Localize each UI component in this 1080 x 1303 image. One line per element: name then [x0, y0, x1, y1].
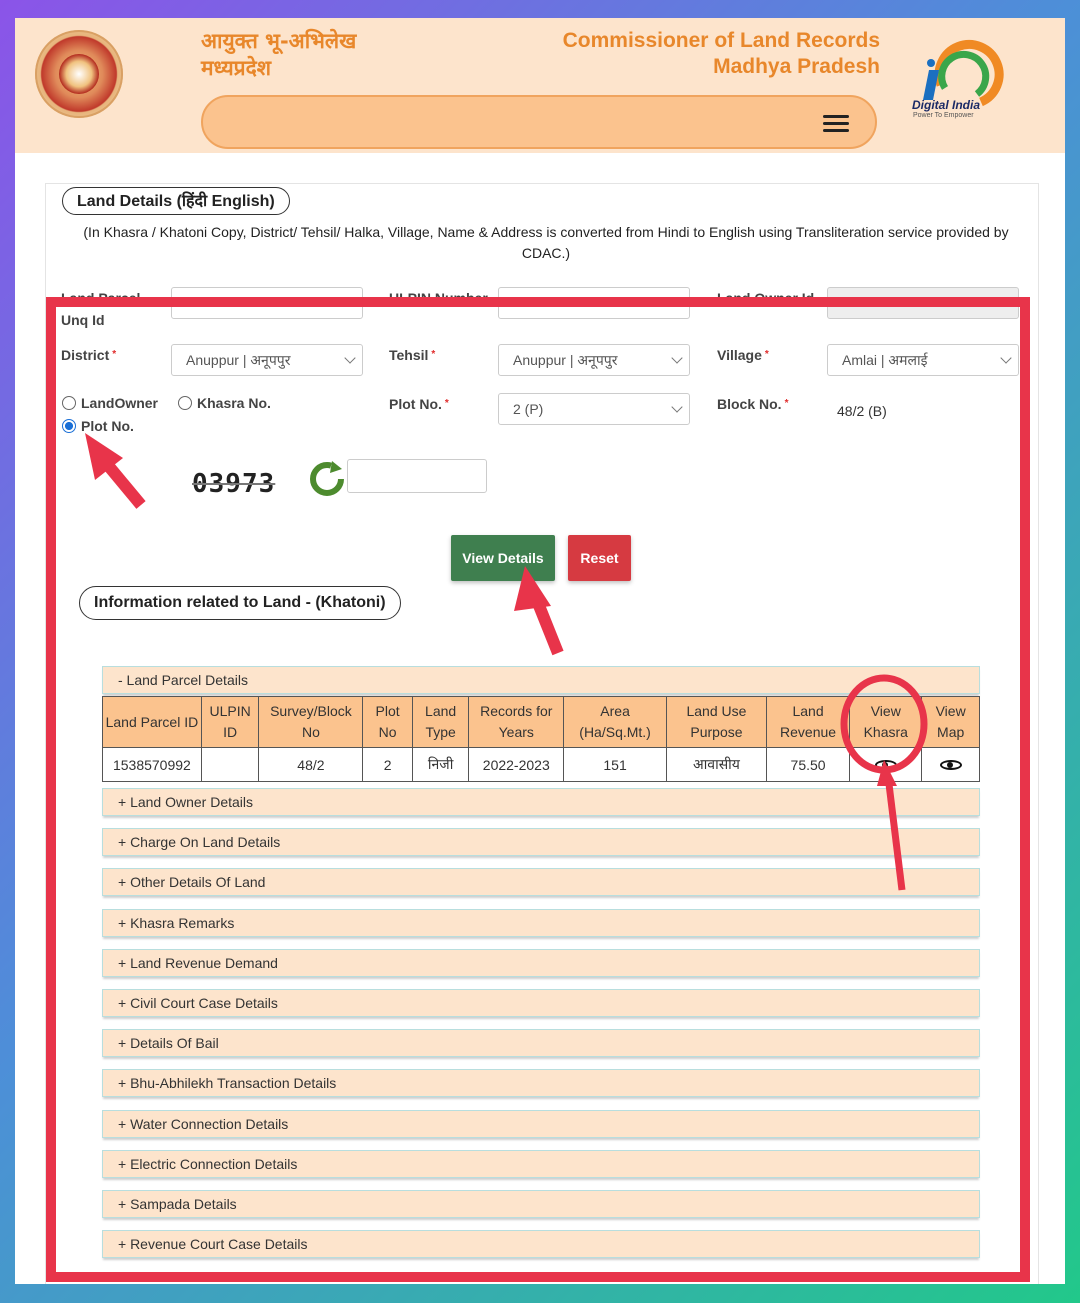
radio-plot[interactable]: Plot No.: [62, 417, 134, 435]
radio-landowner[interactable]: LandOwner: [62, 394, 158, 412]
column-header: Plot No: [362, 696, 413, 748]
column-header: Land Parcel ID: [102, 696, 202, 748]
hamburger-icon[interactable]: [823, 115, 849, 133]
accordion-item[interactable]: + Civil Court Case Details: [102, 989, 980, 1017]
plot-value: 2 (P): [513, 401, 544, 417]
column-header: Land Type: [411, 696, 470, 748]
mp-emblem-logo: [35, 30, 123, 118]
tehsil-label: Tehsil *: [389, 347, 436, 363]
column-header: Area (Ha/Sq.Mt.): [563, 696, 668, 748]
accordion-item[interactable]: + Land Owner Details: [102, 788, 980, 816]
site-header: आयुक्त भू-अभिलेख मध्यप्रदेश Commissioner…: [15, 18, 1065, 153]
cell-records-years: 2022-2023: [468, 747, 565, 782]
cell-land-parcel-id: 1538570992: [102, 747, 202, 782]
hindi-title-line1: आयुक्त भू-अभिलेख: [201, 29, 357, 53]
radio-circle[interactable]: [178, 396, 192, 410]
column-header: View Map: [921, 696, 980, 748]
cell-plot-no: 2: [362, 747, 413, 782]
district-select[interactable]: Anuppur | अनूपपुर: [171, 344, 363, 376]
eye-icon[interactable]: [939, 759, 962, 770]
eye-icon[interactable]: [874, 759, 897, 770]
accordion-item[interactable]: + Electric Connection Details: [102, 1149, 980, 1178]
accordion-item[interactable]: + Other Details Of Land: [102, 868, 980, 897]
ulpin-input[interactable]: [498, 287, 690, 319]
accordion-item[interactable]: + Khasra Remarks: [102, 908, 980, 937]
column-header: View Khasra: [849, 696, 923, 748]
land-parcel-section-header[interactable]: - Land Parcel Details: [102, 666, 980, 694]
hindi-title-line2: मध्यप्रदेश: [201, 56, 272, 80]
table-row: 1538570992 48/2 2 निजी 2022-2023 151 आवा…: [102, 747, 980, 782]
accordion-item[interactable]: + Sampada Details: [102, 1190, 980, 1218]
cell-land-revenue: 75.50: [765, 747, 851, 782]
khatoni-heading: Information related to Land - (Khatoni): [79, 586, 401, 620]
ulpin-label: ULPIN Number: [389, 290, 488, 306]
tehsil-select[interactable]: Anuppur | अनूपपुर: [498, 344, 690, 376]
district-value: Anuppur | अनूपपुर: [186, 352, 291, 368]
transliteration-note: (In Khasra / Khatoni Copy, District/ Teh…: [83, 224, 1009, 261]
land-owner-label: Land Owner Id: [717, 290, 815, 306]
plot-select[interactable]: 2 (P): [498, 393, 690, 425]
english-title-line2: Madhya Pradesh: [713, 55, 880, 78]
cell-survey-block: 48/2: [258, 747, 364, 782]
chevron-down-icon: [1000, 352, 1012, 364]
radio-circle-selected[interactable]: [62, 419, 76, 433]
view-details-button[interactable]: View Details: [451, 535, 555, 581]
accordion-item[interactable]: + Land Revenue Demand: [102, 948, 980, 977]
column-header: ULPIN ID: [200, 696, 260, 748]
plot-label: Plot No. *: [389, 396, 449, 412]
hindi-title: आयुक्त भू-अभिलेख मध्यप्रदेश: [201, 28, 356, 82]
block-value: 48/2 (B): [837, 403, 887, 419]
village-value: Amlai | अमलाई: [842, 352, 928, 368]
captcha-input[interactable]: [347, 459, 487, 493]
cell-ulpin-id: [200, 747, 260, 782]
captcha-image: 03973: [192, 469, 276, 499]
village-label: Village *: [717, 347, 769, 363]
english-title-line1: Commissioner of Land Records: [562, 29, 880, 52]
reset-button[interactable]: Reset: [568, 535, 631, 581]
accordion-item[interactable]: + Water Connection Details: [102, 1109, 980, 1138]
accordion-item[interactable]: + Details Of Bail: [102, 1029, 980, 1058]
view-map-cell[interactable]: [921, 747, 980, 782]
column-header: Land Revenue: [765, 696, 851, 748]
accordion-item[interactable]: + Bhu-Abhilekh Transaction Details: [102, 1069, 980, 1098]
refresh-icon[interactable]: [308, 459, 346, 497]
accordion-item[interactable]: + Revenue Court Case Details: [102, 1230, 980, 1259]
radio-khasra[interactable]: Khasra No.: [178, 394, 271, 412]
land-details-heading: Land Details (हिंदी English): [62, 187, 290, 215]
digital-india-text: Digital India: [912, 98, 981, 112]
cell-land-use: आवासीय: [666, 747, 767, 782]
land-parcel-table: Land Parcel ID ULPIN ID Survey/Block No …: [102, 696, 980, 782]
page-frame: आयुक्त भू-अभिलेख मध्यप्रदेश Commissioner…: [15, 18, 1065, 1284]
accordion-item[interactable]: + Charge On Land Details: [102, 828, 980, 857]
column-header: Records for Years: [468, 696, 565, 748]
village-select[interactable]: Amlai | अमलाई: [827, 344, 1019, 376]
land-parcel-label: Land Parcel Unq Id: [61, 290, 141, 328]
cell-land-type: निजी: [411, 747, 470, 782]
column-header: Survey/Block No: [258, 696, 364, 748]
column-header: Land Use Purpose: [666, 696, 767, 748]
block-label: Block No. *: [717, 396, 789, 412]
radio-circle[interactable]: [62, 396, 76, 410]
english-title: Commissioner of Land Records Madhya Prad…: [563, 28, 880, 80]
chevron-down-icon: [344, 352, 356, 364]
chevron-down-icon: [671, 352, 683, 364]
land-owner-input[interactable]: [827, 287, 1019, 319]
digital-india-tagline: Power To Empower: [913, 112, 974, 119]
table-header-row: Land Parcel ID ULPIN ID Survey/Block No …: [102, 696, 980, 748]
land-parcel-input[interactable]: [171, 287, 363, 319]
nav-bar: [201, 95, 877, 149]
chevron-down-icon: [671, 401, 683, 413]
tehsil-value: Anuppur | अनूपपुर: [513, 352, 618, 368]
cell-area: 151: [563, 747, 668, 782]
district-label: District *: [61, 347, 117, 363]
view-khasra-cell[interactable]: [849, 747, 923, 782]
land-details-panel: Land Details (हिंदी English) (In Khasra …: [45, 183, 1039, 1284]
